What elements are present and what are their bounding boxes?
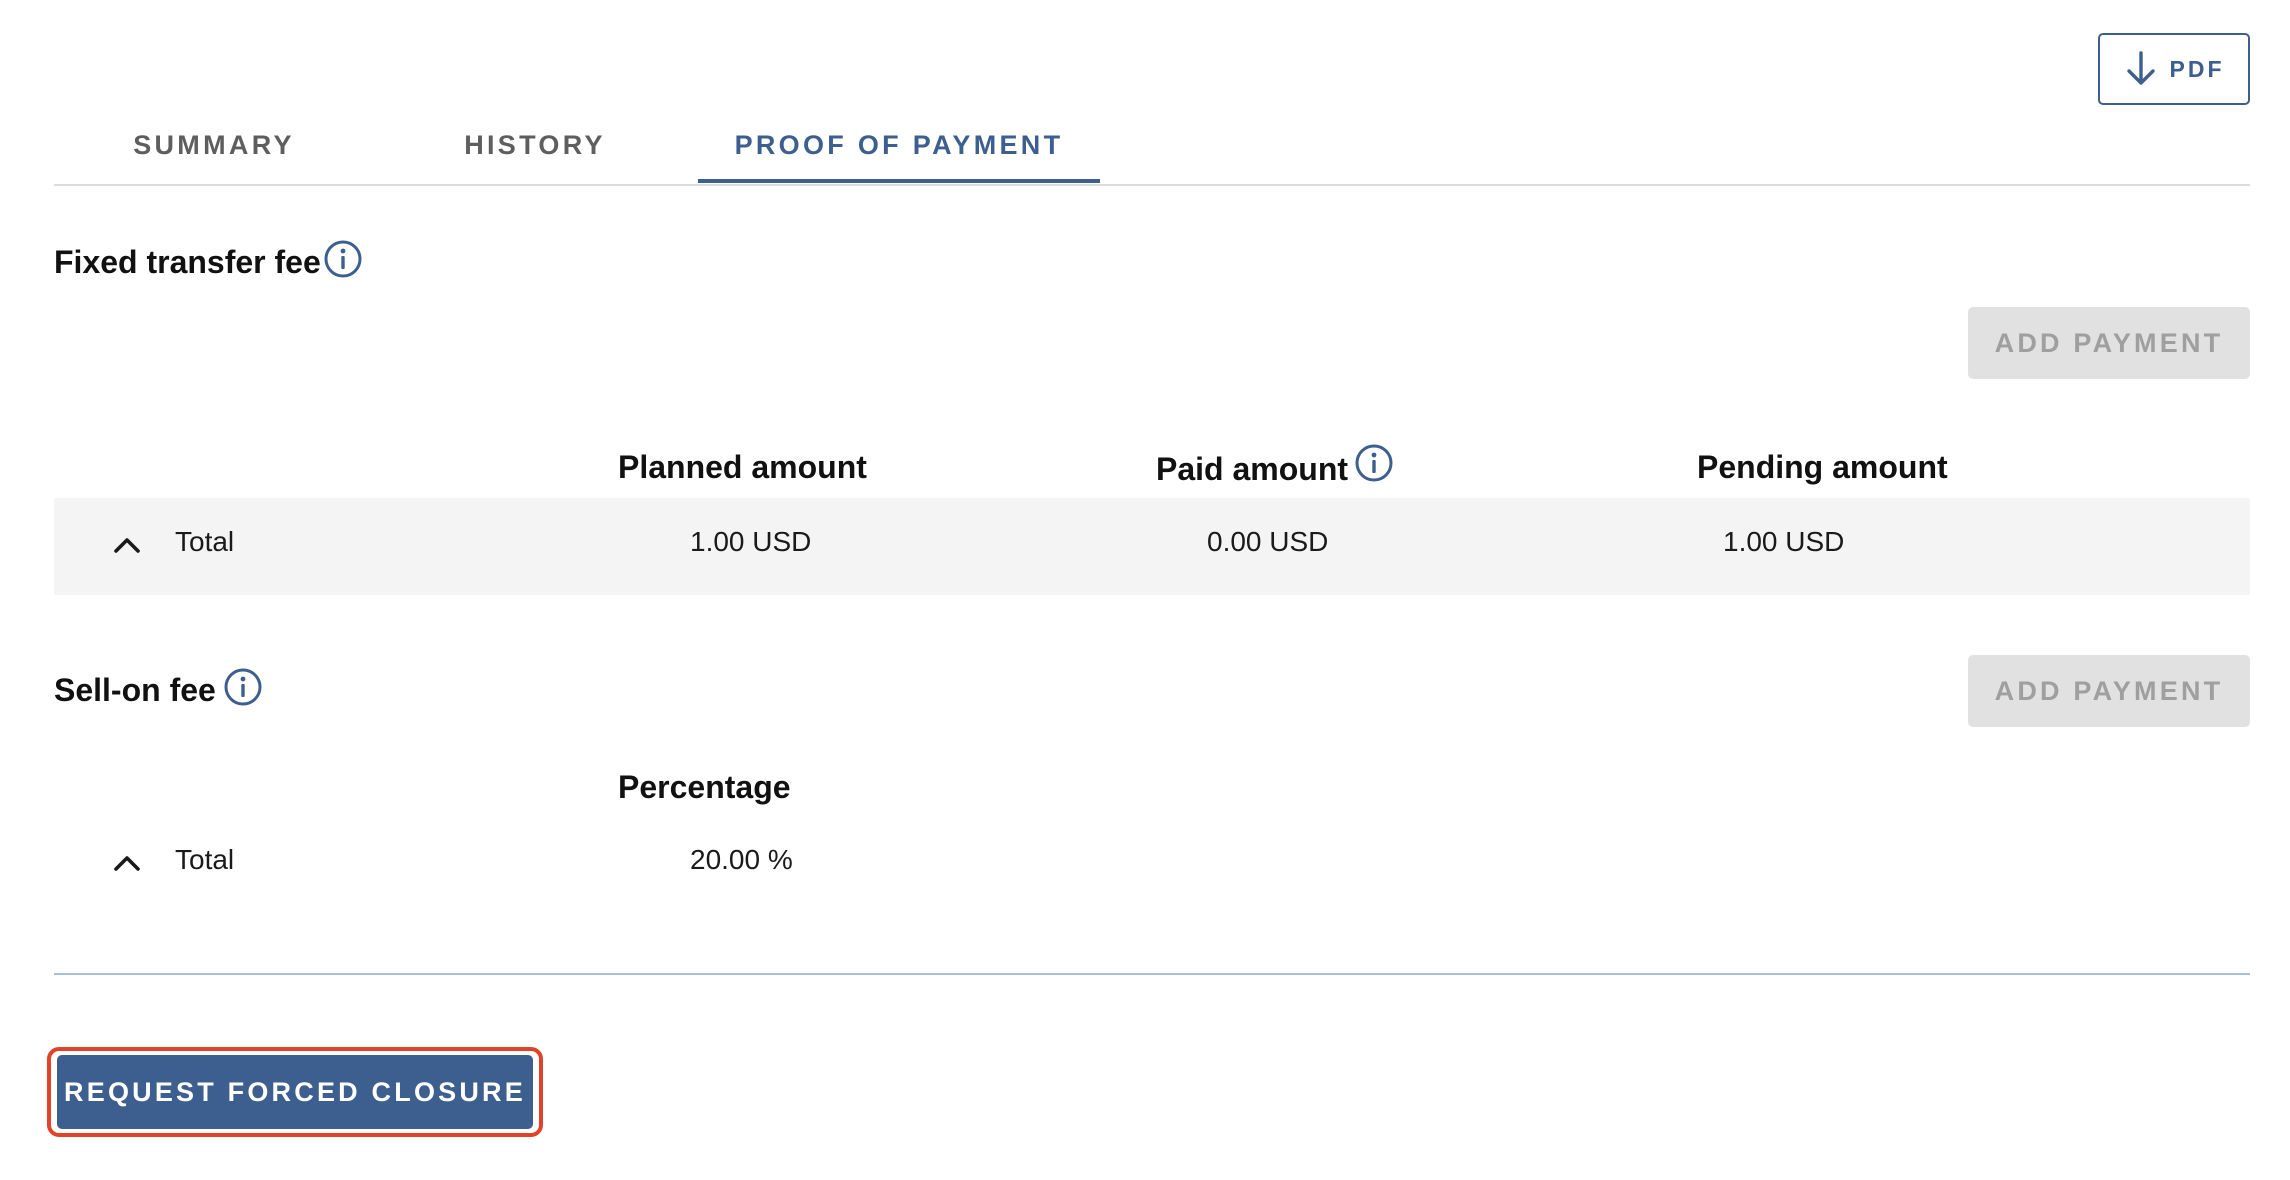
paid-amount-value: 0.00 USD: [1207, 526, 1329, 557]
paid-amount-header: Paid amount: [1156, 451, 1349, 487]
fixed-transfer-fee-title: Fixed transfer fee: [54, 244, 321, 280]
pending-amount-value: 1.00 USD: [1723, 526, 1845, 557]
tab-history[interactable]: HISTORY: [430, 105, 640, 185]
chevron-up-icon[interactable]: [112, 853, 142, 873]
total-label: Total: [175, 844, 235, 875]
add-payment-button-sell-on-fee[interactable]: ADD PAYMENT: [1968, 655, 2250, 727]
total-label: Total: [175, 526, 235, 557]
info-icon[interactable]: [223, 667, 263, 707]
add-payment-button-fixed-fee[interactable]: ADD PAYMENT: [1968, 307, 2250, 379]
pdf-label: PDF: [2169, 55, 2225, 82]
pdf-download-button[interactable]: PDF: [2098, 33, 2250, 105]
percentage-header: Percentage: [618, 769, 791, 805]
request-forced-closure-button[interactable]: REQUEST FORCED CLOSURE: [57, 1055, 533, 1129]
sell-on-fee-title: Sell-on fee: [54, 672, 216, 708]
info-icon[interactable]: [323, 239, 363, 279]
section-divider: [54, 973, 2250, 975]
planned-amount-header: Planned amount: [618, 449, 867, 485]
tab-proof-of-payment[interactable]: PROOF OF PAYMENT: [698, 105, 1100, 185]
tabs-divider: [54, 184, 2250, 186]
percentage-value: 20.00 %: [690, 844, 793, 875]
download-arrow-icon: [2124, 50, 2158, 88]
planned-amount-value: 1.00 USD: [690, 526, 812, 557]
pending-amount-header: Pending amount: [1697, 449, 1948, 485]
info-icon[interactable]: [1354, 443, 1394, 483]
tab-summary[interactable]: SUMMARY: [104, 105, 324, 185]
fixed-fee-total-row: [54, 498, 2250, 595]
active-tab-indicator: [698, 179, 1100, 183]
chevron-up-icon[interactable]: [112, 535, 142, 555]
